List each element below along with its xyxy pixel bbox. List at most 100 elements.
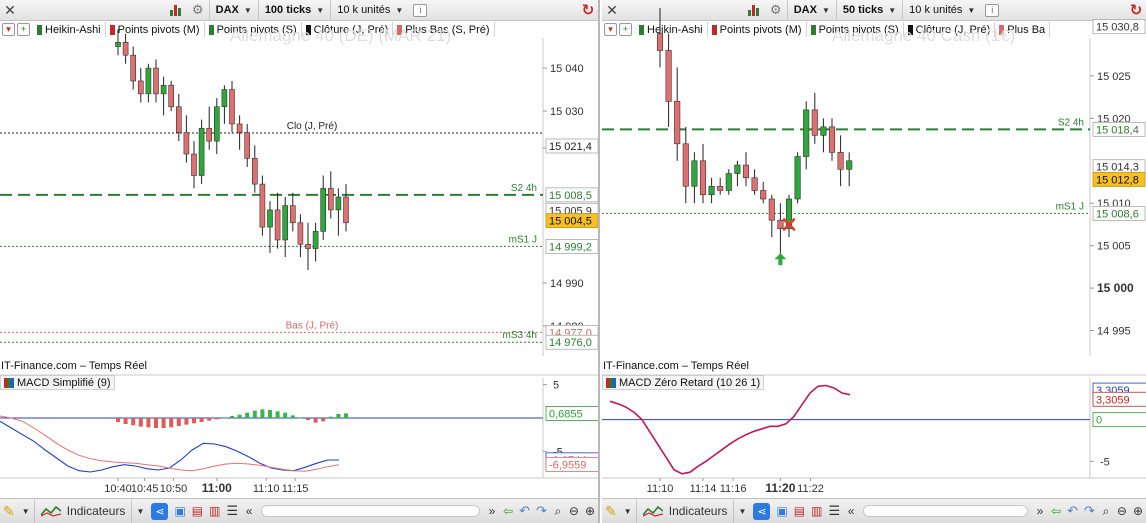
candle-body: [312, 231, 319, 249]
candle-body: [803, 109, 810, 157]
candle-body: [274, 209, 281, 241]
candle-body: [837, 152, 844, 170]
candle-body: [760, 190, 767, 200]
chart-window-right: ✕ ⚙ DAX ▼ 50 ticks ▼ 10 k unités ▼ i ↻ ▾…: [602, 0, 1146, 523]
price-tick-label: 15 005: [1097, 241, 1131, 253]
candle-body: [777, 219, 784, 229]
macd-hist-bar: [161, 418, 166, 428]
candle-body: [343, 196, 349, 224]
candle-body: [682, 143, 689, 187]
time-tick-label: 10:40: [104, 483, 132, 495]
level-tag-clo: 15 021,4: [549, 141, 592, 153]
candle-body: [691, 160, 698, 187]
macd-hist-bar: [336, 414, 341, 418]
candle-body: [176, 106, 182, 133]
macd-hist-bar: [313, 418, 318, 423]
time-tick-label: 11:22: [797, 483, 824, 495]
macd-hist-bar: [184, 418, 189, 425]
level-tag-s2: 15 018,4: [1096, 124, 1139, 136]
macd-hist-bar: [207, 418, 212, 421]
candle-body: [297, 222, 304, 245]
candle-body: [768, 198, 775, 221]
level-label-ms1: mS1 J: [509, 234, 537, 245]
candle-body: [145, 67, 152, 95]
macd-value-tag: -6,9559: [549, 459, 586, 471]
macd-value-tag: 0: [1096, 415, 1102, 427]
macd-hist-bar: [169, 418, 174, 428]
candle-body: [214, 106, 220, 142]
price-chart[interactable]: 15 02515 02015 01015 00515 00014 99515 0…: [602, 0, 1146, 523]
price-tick-label: 15 040: [550, 63, 584, 75]
candle-body: [267, 209, 273, 228]
macd-line: [0, 420, 339, 473]
price-chart[interactable]: 15 04015 03015 021,414 99014 980Clo (J, …: [0, 0, 598, 523]
macd-hist-bar: [260, 409, 265, 418]
buy-arrow-icon: [774, 253, 787, 266]
candle-body: [794, 156, 801, 200]
candle-body: [742, 164, 750, 179]
candle-body: [168, 84, 174, 108]
time-tick-label: 11:10: [253, 483, 280, 495]
price-tick-label: 15 025: [1097, 71, 1131, 83]
candle-body: [191, 153, 197, 176]
price-tag: 15 004,5: [549, 216, 592, 228]
candle-body: [846, 160, 853, 170]
chart-window-left: ✕ ⚙ DAX ▼ 100 ticks ▼ 10 k unités ▼ i ↻ …: [0, 0, 600, 523]
macd-zero-lag-line: [609, 384, 851, 475]
candle-body: [115, 41, 121, 47]
macd-hist-bar: [222, 417, 227, 419]
macd-hist-bar: [138, 418, 143, 427]
macd-hist-bar: [298, 417, 303, 419]
candle-body: [725, 173, 732, 191]
candle-body: [206, 127, 212, 142]
candle-body: [259, 183, 266, 228]
candle-body: [183, 132, 190, 155]
macd-hist-bar: [146, 418, 151, 428]
candle-body: [717, 185, 724, 191]
candle-body: [665, 50, 672, 102]
time-tick-label: 11:15: [282, 483, 309, 495]
candle-body: [236, 123, 243, 133]
macd-hist-bar: [131, 418, 136, 426]
time-tick-label: 11:14: [690, 483, 717, 495]
candle-body: [320, 188, 327, 232]
macd-hist-bar: [154, 418, 158, 428]
price-tag: 15 012,8: [1096, 174, 1139, 186]
candle-body: [282, 205, 289, 241]
candle-body: [751, 177, 758, 191]
level-label-ms1: mS1 J: [1056, 201, 1084, 212]
level-tag-ms1: 14 999,2: [549, 241, 592, 253]
level-tag-s2: 15 008,5: [549, 190, 592, 202]
price-tick-label: 14 990: [550, 278, 584, 290]
candle-body: [708, 185, 715, 196]
macd-value-tag: 3,3059: [1096, 394, 1130, 406]
time-tick-label: 11:10: [647, 483, 674, 495]
level-label-ms3: mS3 4h: [503, 330, 537, 341]
candle-body: [656, 33, 664, 51]
macd-hist-bar: [192, 418, 196, 424]
macd-hist-bar: [176, 418, 181, 426]
candle-body: [289, 205, 296, 224]
macd-hist-bar: [290, 415, 295, 418]
time-tick-label: 11:16: [720, 483, 747, 495]
macd-hist-bar: [199, 418, 204, 422]
macd-hist-bar: [328, 416, 333, 418]
time-tick-label: 11:00: [202, 481, 232, 495]
candle-body: [699, 160, 707, 196]
price-tag: 15 014,3: [1096, 162, 1139, 174]
candle-body: [138, 80, 144, 95]
candle-body: [244, 132, 250, 159]
candle-body: [734, 164, 741, 174]
time-tick-label: 11:20: [765, 481, 795, 495]
candle-body: [828, 126, 836, 153]
candle-body: [327, 188, 334, 211]
macd-hist-bar: [306, 418, 310, 420]
macd-hist-bar: [275, 411, 280, 418]
price-tick-label: 15 030: [550, 106, 584, 118]
candle-body: [674, 101, 681, 145]
level-label-clo: Clo (J, Pré): [287, 121, 338, 132]
macd-hist-bar: [237, 414, 242, 418]
macd-hist-bar: [230, 416, 234, 418]
time-tick-label: 10:50: [160, 483, 188, 495]
candle-body: [160, 84, 167, 95]
